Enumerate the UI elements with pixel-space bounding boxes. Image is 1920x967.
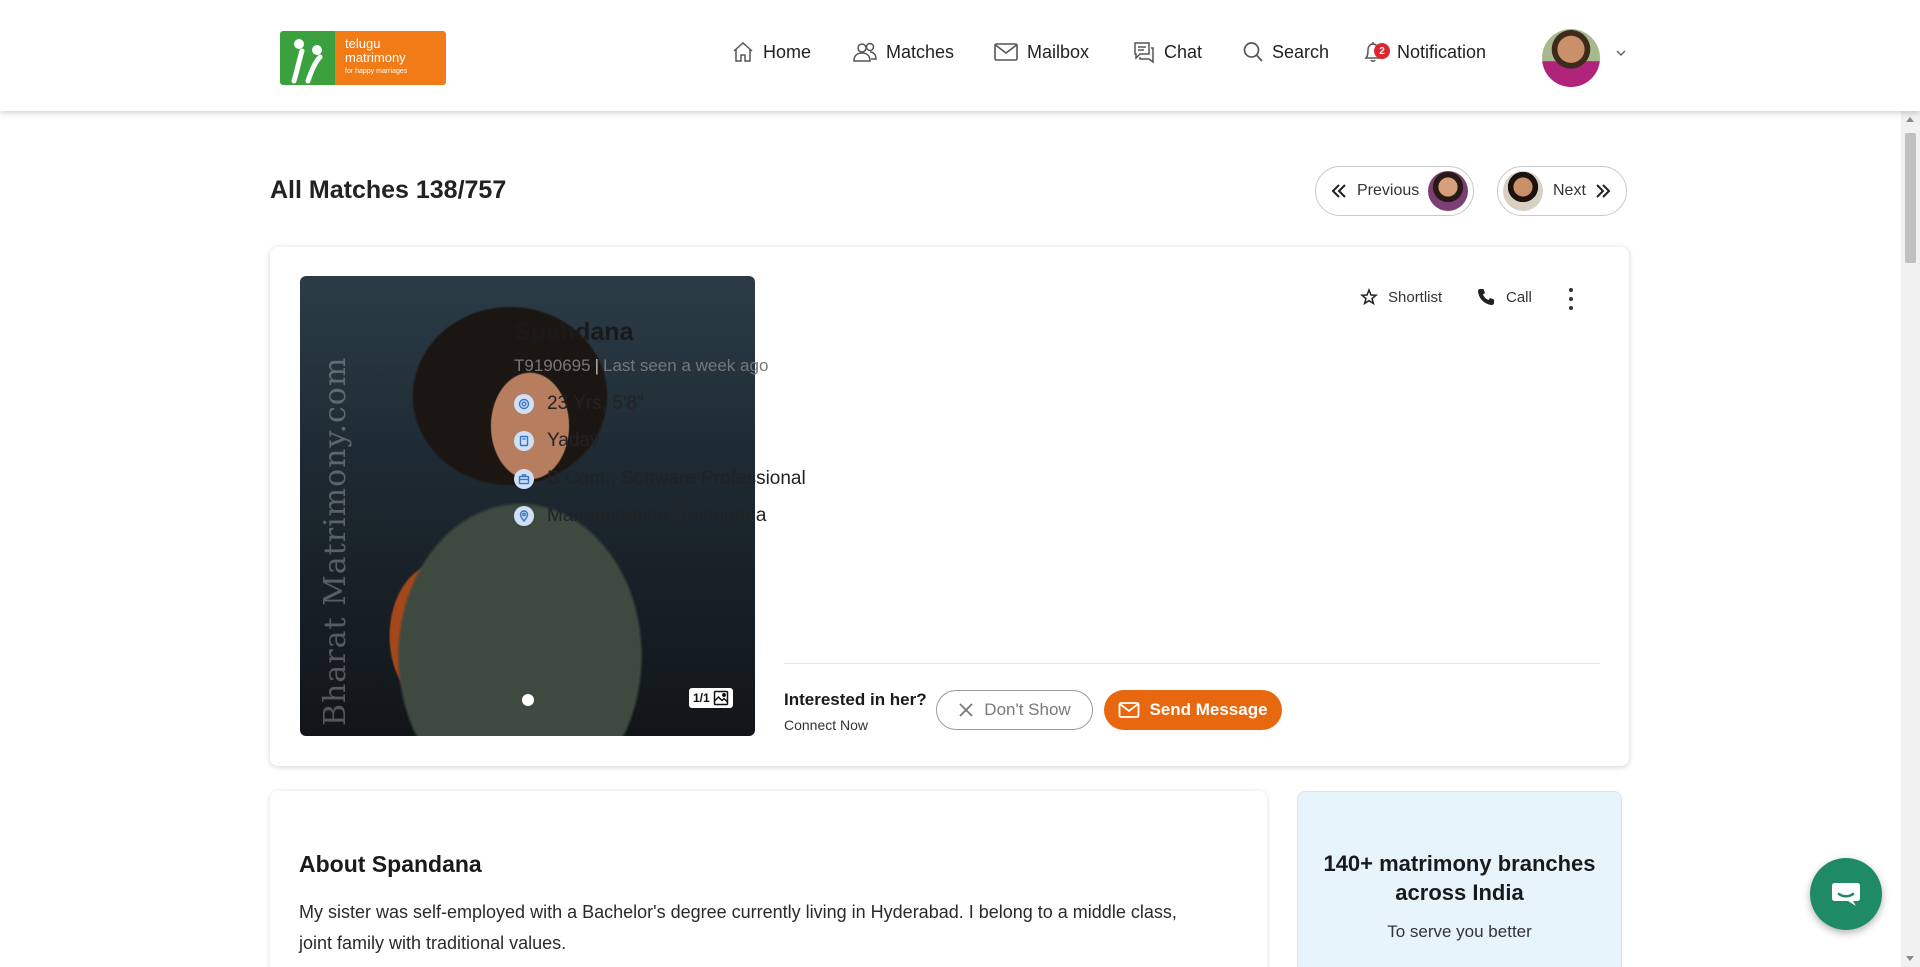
next-profile-thumbnail — [1503, 171, 1543, 211]
call-label: Call — [1506, 288, 1532, 306]
user-avatar[interactable] — [1542, 29, 1600, 87]
logo-text-telugu: telugu — [345, 36, 381, 51]
last-seen: Last seen a week ago — [603, 356, 769, 375]
info-education-job: B.Com., Software Professional — [514, 467, 806, 491]
chevron-down-icon[interactable] — [1614, 48, 1628, 58]
phone-icon — [1478, 289, 1494, 305]
previous-profile-button[interactable]: Previous — [1315, 166, 1474, 216]
logo-text-matrimony: matrimony — [345, 50, 406, 65]
call-button[interactable]: Call — [1476, 287, 1532, 307]
branches-subtitle: To serve you better — [1387, 922, 1532, 941]
matches-icon — [853, 42, 877, 62]
profile-name: Spandana — [514, 318, 634, 346]
profile-card: Bharat Matrimony.com 1/1 — [270, 247, 1629, 766]
nav-mailbox-label: Mailbox — [1027, 41, 1090, 62]
search-icon — [1243, 42, 1263, 62]
double-chevron-left-icon — [1331, 184, 1346, 198]
photo-count-badge[interactable]: 1/1 — [689, 688, 733, 708]
community-text: Yadav — [547, 430, 600, 451]
community-icon — [514, 431, 534, 451]
nav-mailbox[interactable]: Mailbox — [993, 38, 1089, 66]
profile-id: T9190695 — [514, 356, 591, 375]
mailbox-icon — [994, 43, 1018, 61]
about-section: About Spandana My sister was self-employ… — [270, 791, 1267, 967]
info-location: Mahabubabad, Telangana — [514, 504, 766, 528]
dont-show-button[interactable]: Don't Show — [936, 690, 1093, 730]
interest-subtext: Connect Now — [784, 717, 869, 733]
nav-chat-label: Chat — [1164, 41, 1203, 62]
previous-profile-thumbnail — [1428, 171, 1468, 211]
nav-matches[interactable]: Matches — [852, 38, 954, 66]
send-message-button[interactable]: Send Message — [1104, 690, 1282, 730]
age-height-text: 23 Yrs, 5'8" — [547, 393, 644, 414]
about-title: About Spandana — [299, 851, 482, 877]
photo-watermark: Bharat Matrimony.com — [318, 356, 353, 726]
page-scrollbar[interactable] — [1901, 111, 1920, 967]
logo-tagline: for happy marriages — [345, 68, 408, 75]
education-job-text: B.Com., Software Professional — [547, 468, 806, 489]
info-age-height: 23 Yrs, 5'8" — [514, 392, 644, 416]
photo-count-text: 1/1 — [693, 691, 710, 705]
previous-label: Previous — [1357, 182, 1420, 199]
profile-meta: T9190695 | Last seen a week ago — [514, 356, 769, 375]
more-options-icon[interactable] — [1568, 288, 1574, 310]
scrollbar-thumb[interactable] — [1905, 133, 1916, 263]
nav-home-label: Home — [763, 41, 812, 62]
chat-bubble-icon — [1832, 883, 1860, 906]
scroll-down-arrow-icon[interactable] — [1906, 956, 1914, 961]
location-pin-icon — [514, 506, 534, 526]
interest-question: Interested in her? — [784, 690, 927, 709]
chat-icon — [1134, 42, 1154, 64]
telugu-matrimony-logo[interactable]: telugu matrimony for happy marriages — [280, 31, 446, 85]
nav-home[interactable]: Home — [731, 38, 811, 66]
next-label: Next — [1553, 182, 1586, 199]
photo-carousel-dot[interactable] — [522, 694, 534, 706]
next-profile-button[interactable]: Next — [1497, 166, 1627, 216]
send-message-label: Send Message — [1149, 700, 1268, 719]
double-chevron-right-icon — [1596, 184, 1611, 198]
info-community: Yadav — [514, 429, 599, 453]
top-header: telugu matrimony for happy marriages Hom… — [0, 0, 1920, 111]
shortlist-button[interactable]: Shortlist — [1360, 287, 1442, 307]
nav-search-label: Search — [1272, 41, 1330, 62]
dont-show-label: Don't Show — [984, 700, 1071, 719]
nav-notification-label: Notification — [1397, 41, 1487, 62]
close-icon — [959, 703, 973, 717]
nav-notification[interactable]: 2 Notification — [1361, 38, 1486, 66]
shortlist-label: Shortlist — [1388, 288, 1443, 306]
logo-emblem — [280, 31, 335, 85]
age-icon — [514, 394, 534, 414]
briefcase-icon — [514, 469, 534, 489]
nav-matches-label: Matches — [886, 41, 955, 62]
home-icon — [733, 41, 753, 62]
nav-search[interactable]: Search — [1242, 38, 1329, 66]
branches-title: 140+ matrimony branches across India — [1323, 851, 1596, 905]
about-text: My sister was self-employed with a Bache… — [299, 902, 1177, 953]
notification-count-badge: 2 — [1374, 43, 1390, 59]
card-divider — [784, 663, 1600, 664]
page-title: All Matches 138/757 — [270, 176, 507, 204]
mail-icon — [1119, 702, 1140, 718]
branches-banner[interactable]: 140+ matrimony branches across India To … — [1297, 791, 1622, 967]
chat-support-button[interactable] — [1810, 858, 1882, 930]
scroll-up-arrow-icon[interactable] — [1906, 117, 1914, 122]
gallery-icon — [713, 690, 728, 706]
star-icon — [1360, 288, 1378, 306]
location-text: Mahabubabad, Telangana — [547, 505, 767, 526]
nav-chat[interactable]: Chat — [1132, 38, 1202, 66]
